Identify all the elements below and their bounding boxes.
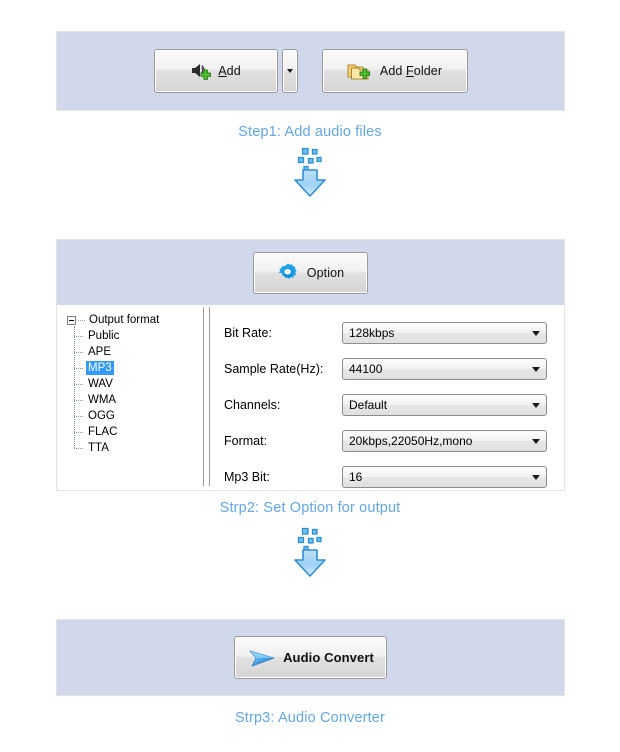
audio-convert-button[interactable]: Audio Convert (234, 636, 387, 679)
tree-item-wav[interactable]: WAV (72, 376, 203, 392)
channels-select[interactable]: Default (342, 394, 547, 416)
option-body: Output format Public APE MP3 WAV WMA OGG… (57, 305, 564, 490)
download-arrow-icon (294, 147, 326, 197)
tree-item-tta[interactable]: TTA (72, 440, 203, 456)
step3-caption-number: Strp3: (234, 710, 275, 726)
gear-icon (277, 262, 299, 284)
tree-item-label: TTA (88, 442, 109, 454)
chevron-down-icon (286, 69, 293, 73)
field-row-channels: Channels: Default (224, 387, 550, 423)
tree-connector (74, 415, 83, 417)
sample-rate-select[interactable]: 44100 (342, 358, 547, 380)
tree-item-label: Public (88, 330, 120, 342)
tree-item-wma[interactable]: WMA (72, 392, 203, 408)
bit-rate-select[interactable]: 128kbps (342, 322, 547, 344)
tree-item-label: MP3 (86, 361, 114, 375)
bit-rate-value: 128kbps (349, 326, 395, 340)
option-button-label: Option (306, 265, 345, 280)
play-arrow-icon (247, 646, 277, 670)
tree-item-flac[interactable]: FLAC (72, 424, 203, 440)
tree-root-output-format[interactable]: Output format (63, 312, 203, 328)
tree-item-label: OGG (88, 410, 115, 422)
add-button-label: Add (218, 64, 241, 78)
option-button-row: Option (57, 240, 564, 305)
mp3-bit-select[interactable]: 16 (342, 466, 547, 488)
add-files-panel: Add Add Folder (56, 31, 565, 111)
tree-item-label: WAV (88, 378, 113, 390)
bit-rate-label: Bit Rate: (224, 326, 272, 340)
step3-caption-text: Audio Converter (277, 710, 385, 726)
add-dropdown-button[interactable] (281, 49, 298, 93)
chevron-down-icon (532, 431, 540, 451)
field-row-sample-rate: Sample Rate(Hz): 44100 (224, 351, 550, 387)
mp3-bit-value: 16 (349, 470, 363, 484)
tree-connector (74, 399, 83, 401)
tree-item-public[interactable]: Public (72, 328, 203, 344)
field-row-format: Format: 20kbps,22050Hz,mono (224, 423, 550, 459)
speaker-add-icon (190, 61, 212, 81)
tree-connector (74, 335, 83, 337)
step1-arrow (0, 146, 620, 200)
tree-connector (74, 383, 83, 385)
tree-connector (78, 319, 85, 321)
mp3-bit-label: Mp3 Bit: (224, 470, 270, 484)
output-settings-form: Bit Rate: 128kbps Sample Rate(Hz): 44100 (210, 305, 564, 490)
sample-rate-value: 44100 (349, 362, 383, 376)
audio-convert-button-label: Audio Convert (283, 650, 374, 665)
option-panel-inner: Option Output format Public APE MP3 WAV … (57, 240, 564, 490)
tree-item-mp3[interactable]: MP3 (72, 360, 203, 376)
output-format-tree[interactable]: Output format Public APE MP3 WAV WMA OGG… (57, 305, 203, 490)
panel-splitter[interactable] (203, 307, 210, 486)
step1-caption-number: Step1: (238, 124, 282, 140)
tree-children: Public APE MP3 WAV WMA OGG FLAC TTA (72, 326, 203, 456)
chevron-down-icon (532, 359, 540, 379)
step2-arrow (0, 526, 620, 580)
tree-item-ogg[interactable]: OGG (72, 408, 203, 424)
tree-connector (74, 351, 83, 353)
page-root: Add Add Folder Step1: Add audio files Op… (0, 0, 620, 752)
add-folder-button-label: Add Folder (379, 64, 443, 78)
chevron-down-icon (532, 467, 540, 487)
collapse-icon[interactable] (67, 315, 76, 325)
add-button[interactable]: Add (153, 49, 278, 93)
channels-label: Channels: (224, 398, 281, 412)
add-files-panel-inner: Add Add Folder (57, 32, 564, 110)
option-panel: Option Output format Public APE MP3 WAV … (56, 239, 565, 491)
step2-caption-number: Strp2: (219, 500, 260, 516)
convert-panel: Audio Convert (56, 619, 565, 696)
format-value: 20kbps,22050Hz,mono (349, 434, 473, 448)
add-button-row: Add Add Folder (153, 49, 468, 93)
field-row-bit-rate: Bit Rate: 128kbps (224, 315, 550, 351)
step2-caption-text: Set Option for output (263, 500, 401, 516)
download-arrow-icon (294, 527, 326, 577)
tree-item-label: FLAC (88, 426, 118, 438)
tree-item-ape[interactable]: APE (72, 344, 203, 360)
tree-root-label: Output format (89, 314, 160, 326)
add-folder-button[interactable]: Add Folder (321, 49, 468, 93)
tree-connector (74, 367, 83, 369)
step1-caption-text: Add audio files (284, 124, 382, 140)
folder-add-icon (347, 61, 373, 82)
channels-value: Default (349, 398, 388, 412)
step1-caption: Step1: Add audio files (0, 124, 620, 140)
convert-panel-inner: Audio Convert (57, 620, 564, 695)
option-button[interactable]: Option (253, 251, 368, 294)
tree-item-label: APE (88, 346, 112, 358)
format-select[interactable]: 20kbps,22050Hz,mono (342, 430, 547, 452)
step2-caption: Strp2: Set Option for output (0, 500, 620, 516)
field-row-mp3-bit: Mp3 Bit: 16 (224, 459, 550, 495)
chevron-down-icon (532, 395, 540, 415)
tree-connector (74, 431, 83, 433)
format-label: Format: (224, 434, 268, 448)
step3-caption: Strp3: Audio Converter (0, 710, 620, 726)
tree-connector (74, 447, 83, 449)
chevron-down-icon (532, 323, 540, 343)
tree-item-label: WMA (88, 394, 117, 406)
sample-rate-label: Sample Rate(Hz): (224, 362, 324, 376)
